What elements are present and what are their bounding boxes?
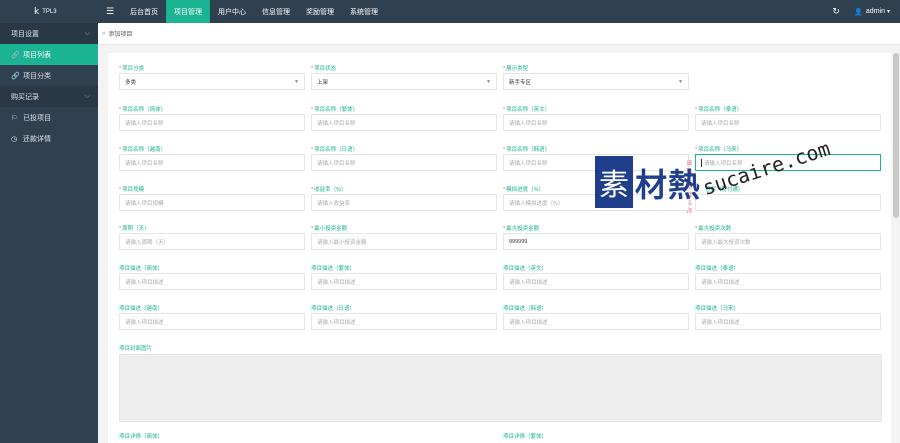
desc-ja-input[interactable]: 请输入项目描述: [311, 313, 497, 330]
cover-image-upload[interactable]: [119, 354, 882, 422]
nav-project-management[interactable]: 项目管理: [166, 0, 210, 23]
link-icon: 🔗: [11, 51, 20, 59]
menu-icon[interactable]: ☰: [98, 0, 122, 23]
brand-logo: k: [34, 6, 40, 17]
name-en-input[interactable]: 请输入项目名称: [503, 114, 689, 131]
max-invest-input[interactable]: 999999: [503, 233, 689, 250]
top-navbar: k TPL3 ☰ 后台首页 项目管理 用户中心 信息管理 奖励管理 系统管理 ↻…: [0, 0, 900, 23]
status-select[interactable]: 上架 ▼: [311, 73, 497, 90]
nav-home[interactable]: 后台首页: [122, 0, 166, 23]
chevron-down-icon: ▼: [294, 78, 299, 85]
nav-user-center[interactable]: 用户中心: [210, 0, 254, 23]
name-th-input[interactable]: 请输入项目名称: [119, 154, 305, 171]
nav-reward-management[interactable]: 奖励管理: [298, 0, 342, 23]
sidebar-item-invested-projects[interactable]: ⚐ 已投项目: [0, 107, 98, 128]
field-label: *项目分类: [119, 66, 145, 72]
field-label: *展示类型: [503, 66, 529, 72]
watermark: 素 材熱 sucaire.com: [595, 136, 845, 218]
desc-ms-input[interactable]: 请输入项目描述: [695, 313, 881, 330]
watermark-word: 材熱: [635, 166, 702, 204]
username: admin: [865, 8, 885, 15]
scale-input[interactable]: 请输入项目规模: [119, 194, 305, 211]
sidebar-item-project-list[interactable]: 🔗 项目列表: [0, 44, 98, 65]
min-invest-input[interactable]: 请输入最小投资金额: [311, 233, 497, 250]
yield-input[interactable]: 请输入收益率: [311, 194, 497, 211]
sidebar-item-project-category[interactable]: 🔗 项目分类: [0, 65, 98, 86]
sidebar-item-label: 已投项目: [23, 114, 51, 122]
scrollbar[interactable]: [893, 53, 899, 218]
nav-system-management[interactable]: 系统管理: [342, 0, 386, 23]
name-ko-input[interactable]: 请输入项目名称: [695, 114, 881, 131]
breadcrumb: » 添加项目: [98, 23, 900, 45]
nav-info-management[interactable]: 信息管理: [254, 0, 298, 23]
sidebar-group-project-settings[interactable]: 项目设置 ⌵: [0, 23, 98, 44]
period-input[interactable]: 请输入周期（天）: [119, 233, 305, 250]
field-label: *项目状态: [311, 66, 337, 72]
name-zh-tw-input[interactable]: 请输入项目名称: [311, 114, 497, 131]
user-icon: 👤: [854, 8, 863, 16]
max-times-input[interactable]: 请输入最大投资次数: [695, 233, 881, 250]
chevron-down-icon: ⌵: [84, 29, 90, 37]
sidebar-item-label: 还款详情: [23, 135, 51, 143]
double-chevron-icon: »: [102, 30, 106, 37]
name-zh-cn-input[interactable]: 请输入项目名称: [119, 114, 305, 131]
sidebar-item-label: 项目列表: [23, 51, 51, 59]
desc-zh-cn-input[interactable]: 请输入项目描述: [119, 273, 305, 290]
sidebar-group-label: 项目设置: [11, 30, 39, 38]
desc-zh-tw-input[interactable]: 请输入项目描述: [311, 273, 497, 290]
flag-icon: ⚐: [11, 114, 18, 122]
desc-vi-input[interactable]: 请输入项目描述: [503, 313, 689, 330]
refresh-icon[interactable]: ↻: [826, 0, 846, 23]
sidebar-group-purchase-records[interactable]: 购买记录 ⌵: [0, 86, 98, 107]
link-icon: 🔗: [11, 72, 20, 80]
sidebar-group-label: 购买记录: [11, 93, 39, 101]
breadcrumb-label: 添加项目: [108, 32, 133, 38]
user-menu[interactable]: 👤 admin ▾: [846, 0, 900, 23]
category-select[interactable]: 多类 ▼: [119, 73, 305, 90]
display-type-select[interactable]: 新手专区 ▼: [503, 73, 689, 90]
brand-title: TPL3: [42, 8, 57, 15]
desc-en-input[interactable]: 请输入项目描述: [503, 273, 689, 290]
brand: k TPL3: [0, 0, 98, 23]
chevron-down-icon: ▼: [678, 78, 683, 85]
desc-th-input[interactable]: 请输入项目描述: [119, 313, 305, 330]
desc-ko-input[interactable]: 请输入项目描述: [695, 273, 881, 290]
sidebar-item-label: 项目分类: [23, 72, 51, 80]
sidebar-item-repayment-details[interactable]: ◷ 还款详情: [0, 128, 98, 149]
chevron-down-icon: ▼: [486, 78, 491, 85]
caret-down-icon: ▾: [886, 9, 890, 15]
name-ja-input[interactable]: 请输入项目名称: [311, 154, 497, 171]
chevron-down-icon: ⌵: [84, 92, 90, 100]
watermark-badge: 素: [595, 156, 633, 208]
clock-icon: ◷: [11, 135, 18, 143]
sidebar: 项目设置 ⌵ 🔗 项目列表 🔗 项目分类 购买记录 ⌵ ⚐ 已投项目 ◷ 还款详…: [0, 23, 98, 443]
